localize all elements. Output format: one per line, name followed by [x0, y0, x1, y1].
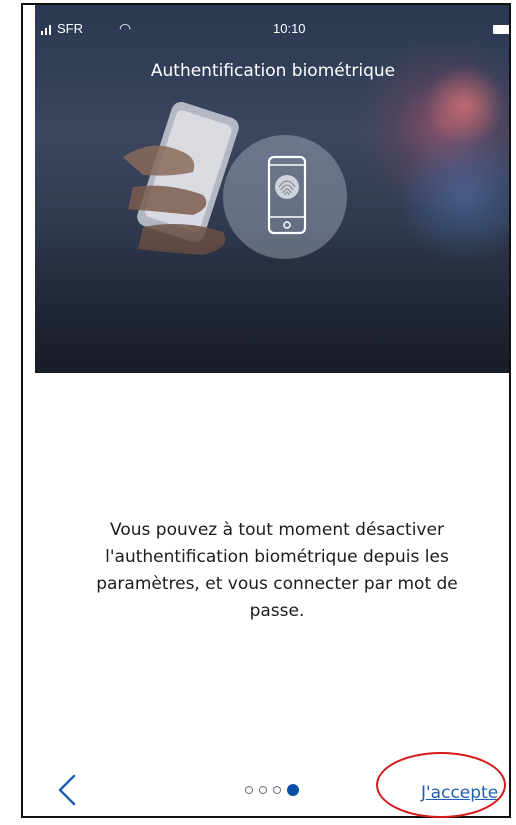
highlight-annotation [376, 752, 506, 818]
page-dot [273, 786, 281, 794]
battery-icon [493, 25, 509, 34]
hero-banner: SFR ◠ 10:10 Authentification biométrique [35, 5, 509, 373]
page-dot [245, 786, 253, 794]
chevron-left-icon[interactable] [54, 773, 82, 807]
carrier-name: SFR [57, 21, 83, 36]
page-title: Authentification biométrique [150, 61, 396, 81]
status-time: 10:10 [273, 21, 306, 36]
page-dot-active [287, 784, 299, 796]
app-screen: SFR ◠ 10:10 Authentification biométrique… [21, 3, 511, 818]
signal-icon [41, 25, 51, 35]
page-dot [259, 786, 267, 794]
info-message: Vous pouvez à tout moment désactiver l'a… [96, 520, 458, 621]
wifi-icon: ◠ [119, 20, 132, 36]
status-bar: SFR ◠ 10:10 [35, 5, 509, 45]
phone-fingerprint-icon [267, 155, 307, 235]
page-indicator [245, 783, 299, 797]
